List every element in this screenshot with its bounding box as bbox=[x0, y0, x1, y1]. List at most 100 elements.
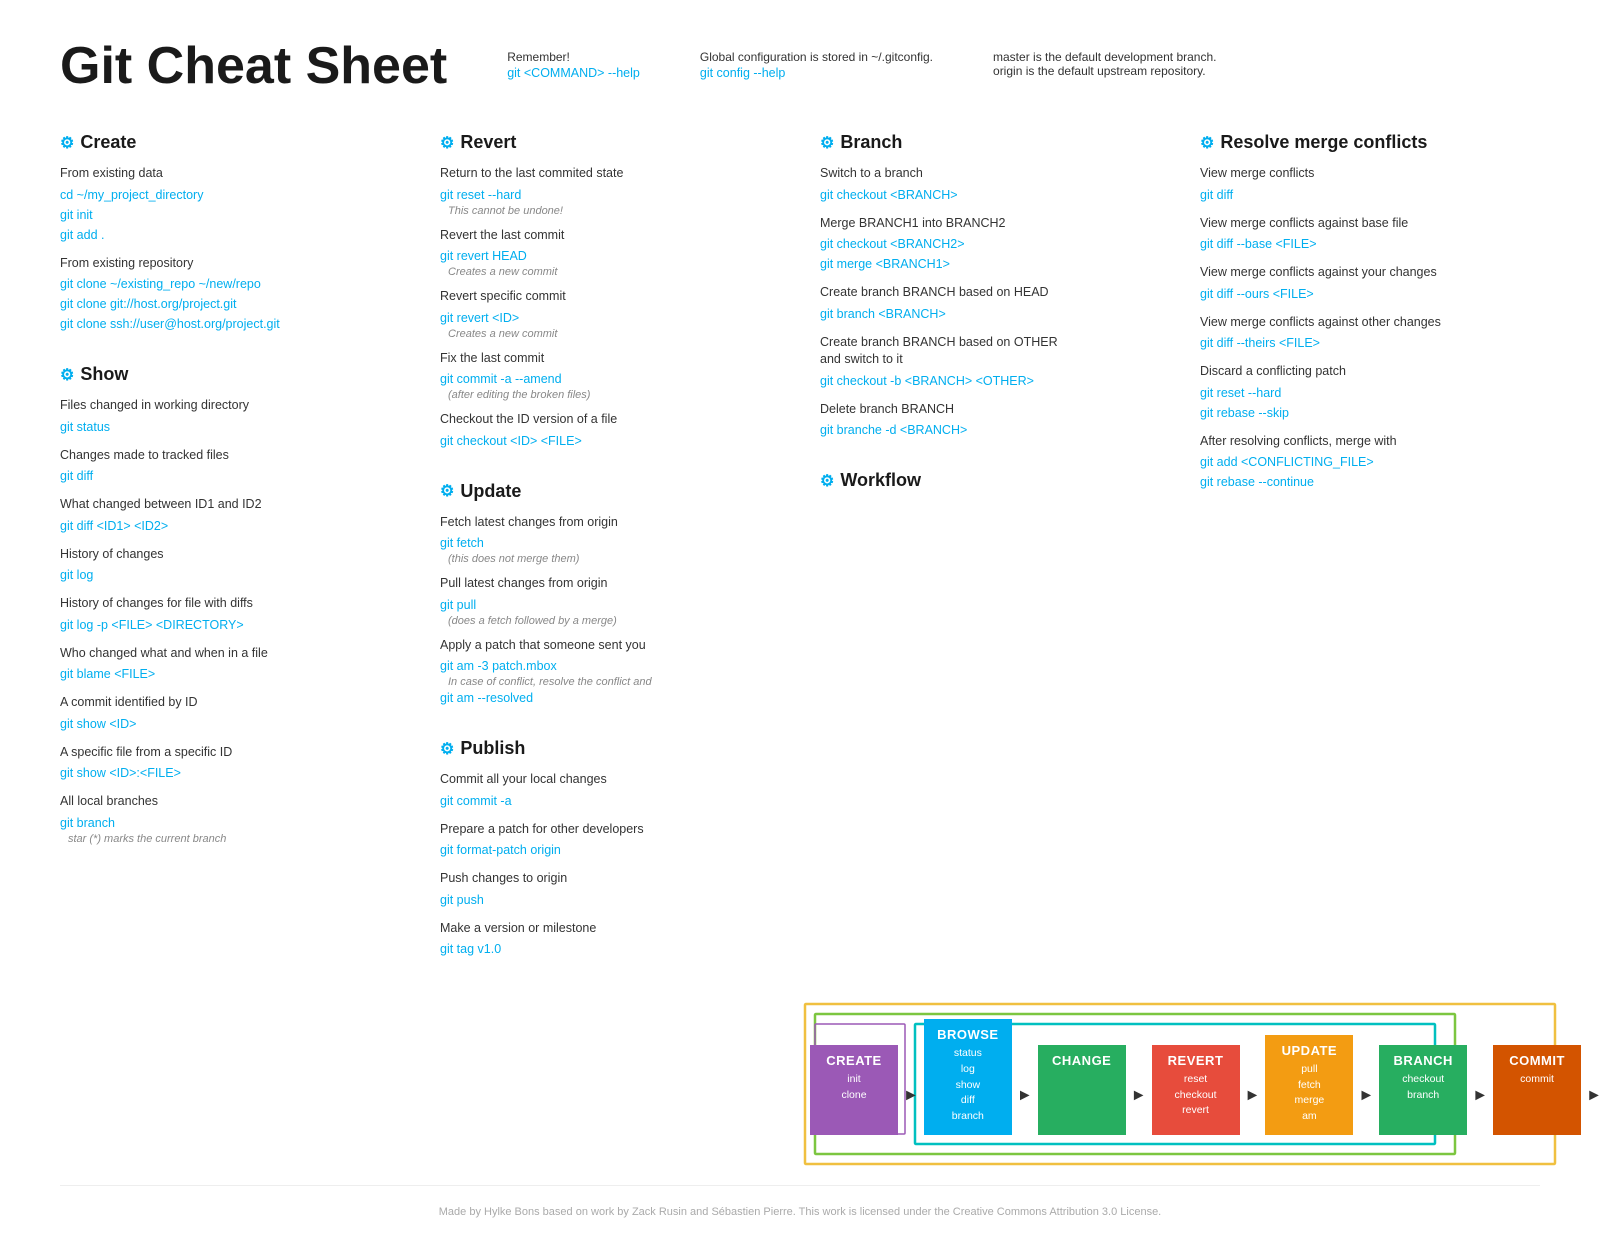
show-item-1: Files changed in working directory git s… bbox=[60, 397, 400, 437]
revert-cmd-5: git checkout <ID> <FILE> bbox=[440, 431, 780, 451]
publish-cmd-2: git format-patch origin bbox=[440, 840, 780, 860]
publish-item-4: Make a version or milestone git tag v1.0 bbox=[440, 920, 780, 960]
section-resolve: ⚙ Resolve merge conflicts View merge con… bbox=[1200, 132, 1540, 492]
wf-box-revert: REVERT resetcheckoutrevert bbox=[1152, 1045, 1240, 1135]
resolve-cmd-6b: git rebase --continue bbox=[1200, 472, 1540, 492]
note1-label: Remember! bbox=[507, 50, 570, 64]
resolve-desc-6: After resolving conflicts, merge with bbox=[1200, 433, 1540, 451]
workflow-diagram-container: CREATE initclone ► BROWSE statuslogshowd… bbox=[60, 999, 1540, 1145]
show-item-6: Who changed what and when in a file git … bbox=[60, 645, 400, 685]
publish-item-3: Push changes to origin git push bbox=[440, 870, 780, 910]
resolve-cmd-4: git diff --theirs <FILE> bbox=[1200, 333, 1540, 353]
revert-cmd-3: git revert <ID> bbox=[440, 308, 780, 328]
show-label: Show bbox=[80, 364, 128, 385]
header-note-1: Remember! git <COMMAND> --help bbox=[507, 50, 640, 83]
update-cmd-4: git am --resolved bbox=[440, 688, 780, 708]
note3-text: master is the default development branch… bbox=[993, 50, 1216, 64]
show-desc-3: What changed between ID1 and ID2 bbox=[60, 496, 400, 514]
publish-icon: ⚙ bbox=[440, 739, 454, 759]
resolve-item-2: View merge conflicts against base file g… bbox=[1200, 215, 1540, 255]
update-item-2: Pull latest changes from origin git pull… bbox=[440, 575, 780, 627]
update-desc-1: Fetch latest changes from origin bbox=[440, 514, 780, 532]
wf-arrow-7: ► bbox=[1584, 1087, 1600, 1135]
section-branch: ⚙ Branch Switch to a branch git checkout… bbox=[820, 132, 1160, 440]
wf-box-change: CHANGE bbox=[1038, 1045, 1126, 1135]
revert-note-3: Creates a new commit bbox=[448, 328, 780, 340]
wf-arrow-2: ► bbox=[1015, 1087, 1035, 1135]
section-branch-title: ⚙ Branch bbox=[820, 132, 1160, 153]
create-cmd-2b: git clone git://host.org/project.git bbox=[60, 294, 400, 314]
section-revert: ⚙ Revert Return to the last commited sta… bbox=[440, 132, 780, 451]
col3: ⚙ Branch Switch to a branch git checkout… bbox=[820, 132, 1160, 521]
publish-cmd-3: git push bbox=[440, 890, 780, 910]
show-item-9: All local branches git branch star (*) m… bbox=[60, 793, 400, 845]
revert-cmd-2: git revert HEAD bbox=[440, 246, 780, 266]
resolve-item-5: Discard a conflicting patch git reset --… bbox=[1200, 363, 1540, 423]
resolve-cmd-3: git diff --ours <FILE> bbox=[1200, 284, 1540, 304]
publish-desc-1: Commit all your local changes bbox=[440, 771, 780, 789]
section-show: ⚙ Show Files changed in working director… bbox=[60, 364, 400, 845]
resolve-icon: ⚙ bbox=[1200, 133, 1214, 153]
branch-item-5: Delete branch BRANCH git branche -d <BRA… bbox=[820, 401, 1160, 441]
create-item-1: From existing data cd ~/my_project_direc… bbox=[60, 165, 400, 245]
header-notes: Remember! git <COMMAND> --help Global co… bbox=[507, 40, 1216, 83]
col1: ⚙ Create From existing data cd ~/my_proj… bbox=[60, 132, 400, 875]
show-icon: ⚙ bbox=[60, 365, 74, 385]
resolve-desc-2: View merge conflicts against base file bbox=[1200, 215, 1540, 233]
publish-desc-3: Push changes to origin bbox=[440, 870, 780, 888]
note2-label: Global configuration is stored in ~/.git… bbox=[700, 50, 933, 64]
col4: ⚙ Resolve merge conflicts View merge con… bbox=[1200, 132, 1540, 522]
create-label: Create bbox=[80, 132, 136, 153]
section-create: ⚙ Create From existing data cd ~/my_proj… bbox=[60, 132, 400, 334]
update-item-1: Fetch latest changes from origin git fet… bbox=[440, 514, 780, 566]
revert-item-5: Checkout the ID version of a file git ch… bbox=[440, 411, 780, 451]
resolve-desc-1: View merge conflicts bbox=[1200, 165, 1540, 183]
branch-item-1: Switch to a branch git checkout <BRANCH> bbox=[820, 165, 1160, 205]
wf-revert-label: REVERT bbox=[1168, 1053, 1224, 1068]
wf-box-create: CREATE initclone bbox=[810, 1045, 898, 1135]
show-desc-5: History of changes for file with diffs bbox=[60, 595, 400, 613]
show-cmd-3: git diff <ID1> <ID2> bbox=[60, 516, 400, 536]
create-item-2: From existing repository git clone ~/exi… bbox=[60, 255, 400, 335]
wf-change-label: CHANGE bbox=[1052, 1053, 1111, 1068]
update-icon: ⚙ bbox=[440, 481, 454, 501]
show-desc-4: History of changes bbox=[60, 546, 400, 564]
update-cmd-3: git am -3 patch.mbox bbox=[440, 656, 780, 676]
section-revert-title: ⚙ Revert bbox=[440, 132, 780, 153]
show-cmd-9: git branch bbox=[60, 813, 400, 833]
wf-arrow-4: ► bbox=[1243, 1087, 1263, 1135]
resolve-item-6: After resolving conflicts, merge with gi… bbox=[1200, 433, 1540, 493]
revert-icon: ⚙ bbox=[440, 133, 454, 153]
revert-label: Revert bbox=[460, 132, 516, 153]
update-desc-2: Pull latest changes from origin bbox=[440, 575, 780, 593]
show-note-9: star (*) marks the current branch bbox=[68, 833, 400, 845]
create-cmd-1b: git init bbox=[60, 205, 400, 225]
create-desc-1: From existing data bbox=[60, 165, 400, 183]
show-cmd-5: git log -p <FILE> <DIRECTORY> bbox=[60, 615, 400, 635]
branch-cmd-2b: git merge <BRANCH1> bbox=[820, 254, 1160, 274]
wf-box-browse: BROWSE statuslogshowdiffbranch bbox=[924, 1019, 1012, 1135]
show-cmd-7: git show <ID> bbox=[60, 714, 400, 734]
create-desc-2: From existing repository bbox=[60, 255, 400, 273]
resolve-desc-3: View merge conflicts against your change… bbox=[1200, 264, 1540, 282]
resolve-label: Resolve merge conflicts bbox=[1220, 132, 1427, 153]
show-item-8: A specific file from a specific ID git s… bbox=[60, 744, 400, 784]
revert-note-2: Creates a new commit bbox=[448, 266, 780, 278]
note4-text: origin is the default upstream repositor… bbox=[993, 64, 1206, 78]
resolve-desc-5: Discard a conflicting patch bbox=[1200, 363, 1540, 381]
revert-item-3: Revert specific commit git revert <ID> C… bbox=[440, 288, 780, 340]
show-cmd-1: git status bbox=[60, 417, 400, 437]
resolve-desc-4: View merge conflicts against other chang… bbox=[1200, 314, 1540, 332]
create-cmd-2a: git clone ~/existing_repo ~/new/repo bbox=[60, 274, 400, 294]
show-desc-9: All local branches bbox=[60, 793, 400, 811]
section-resolve-title: ⚙ Resolve merge conflicts bbox=[1200, 132, 1540, 153]
wf-browse-items: statuslogshowdiffbranch bbox=[952, 1046, 984, 1125]
show-item-3: What changed between ID1 and ID2 git dif… bbox=[60, 496, 400, 536]
wf-create-items: initclone bbox=[841, 1072, 866, 1104]
section-publish-title: ⚙ Publish bbox=[440, 738, 780, 759]
revert-desc-1: Return to the last commited state bbox=[440, 165, 780, 183]
footer-text: Made by Hylke Bons based on work by Zack… bbox=[439, 1206, 1162, 1218]
wf-browse-label: BROWSE bbox=[937, 1027, 999, 1042]
branch-desc-3: Create branch BRANCH based on HEAD bbox=[820, 284, 1160, 302]
revert-cmd-1: git reset --hard bbox=[440, 185, 780, 205]
